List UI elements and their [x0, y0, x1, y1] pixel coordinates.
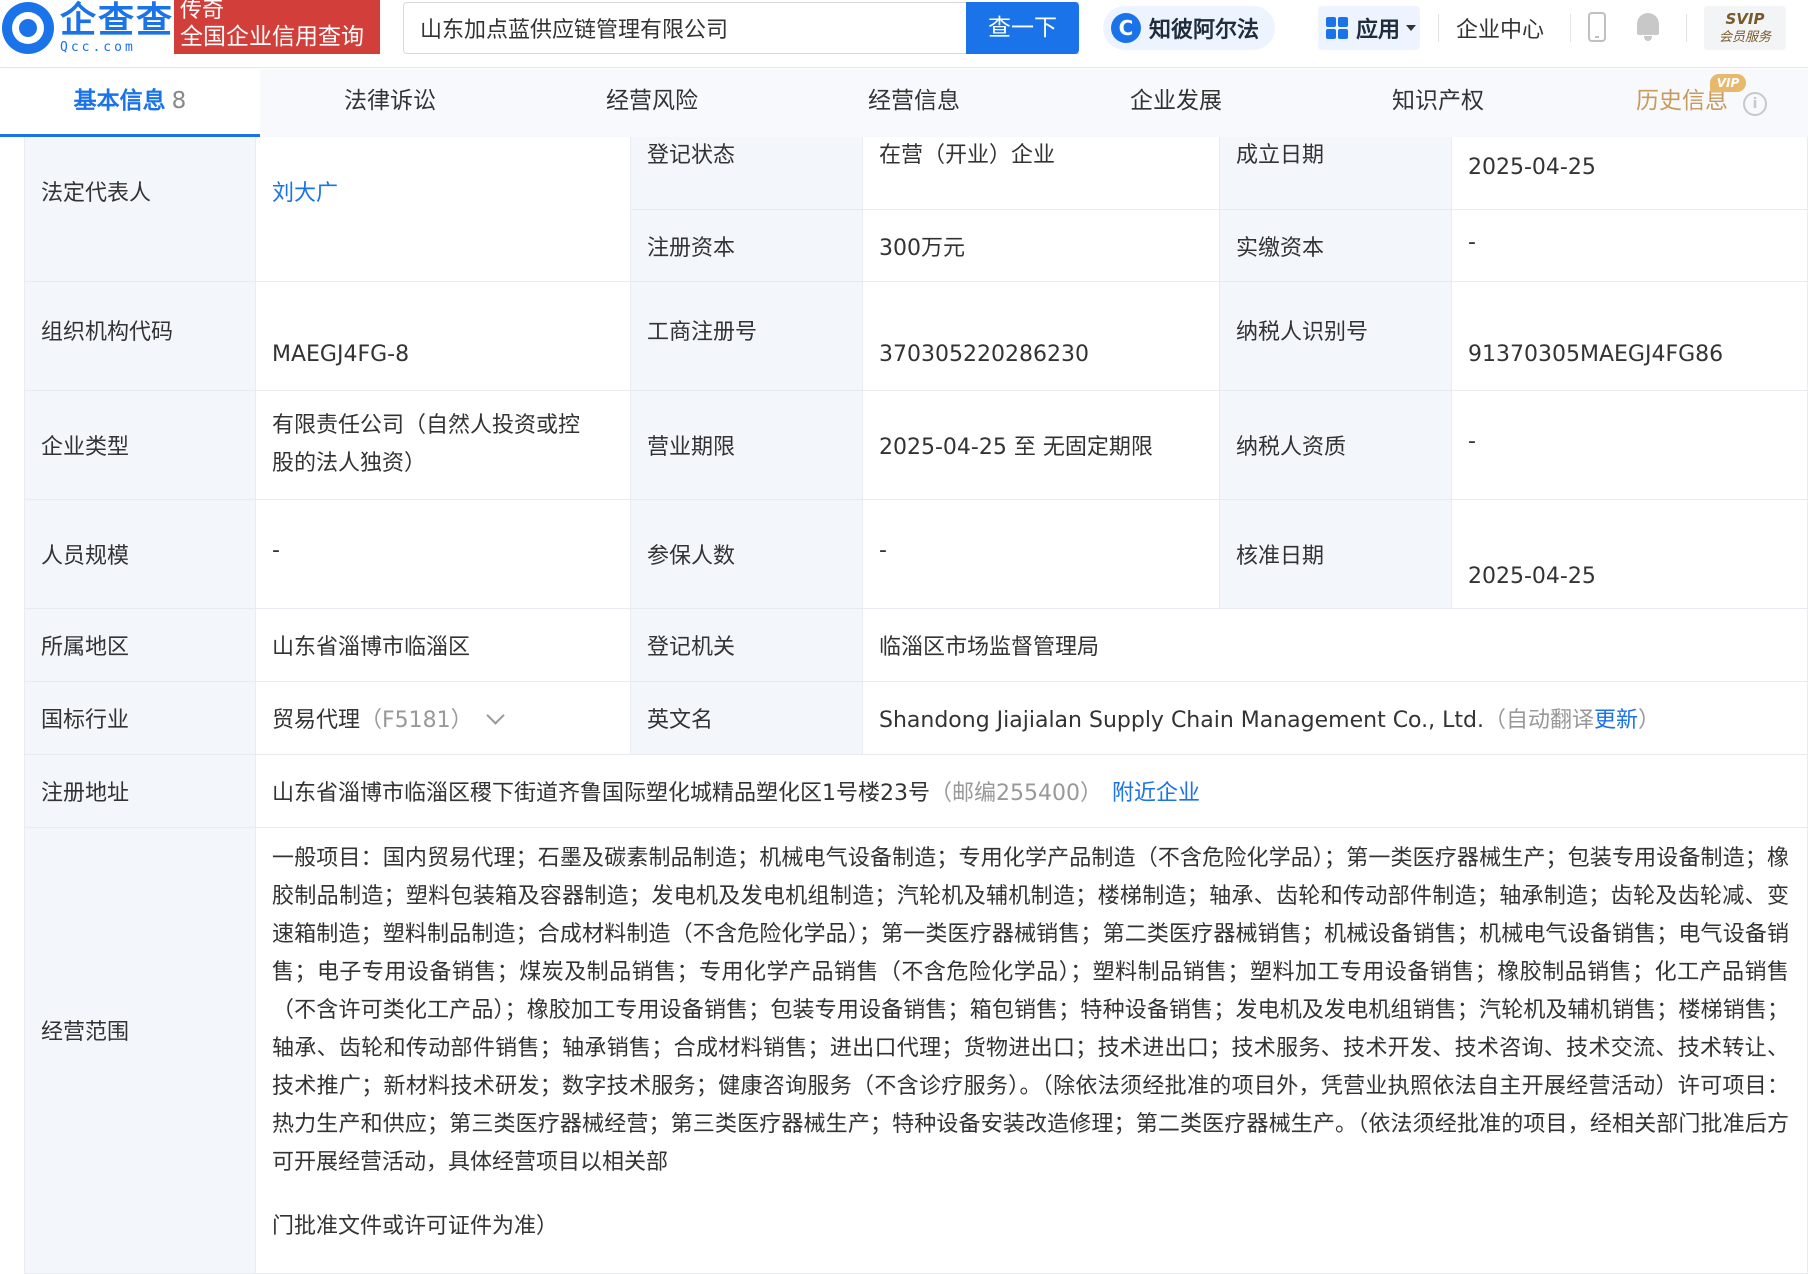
tab-business-risk[interactable]: 经营风险: [606, 69, 698, 137]
postcode: （邮编255400）: [930, 781, 1102, 806]
logo-tagline: 传奇 全国企业信用查询: [174, 0, 380, 54]
tab-basic-info[interactable]: 基本信息 8: [0, 69, 260, 137]
biz-reg-no-value: 370305220286230: [863, 282, 1220, 391]
top-header: 企查查 Qcc.com 传奇 全国企业信用查询 × 查一下 C 知彼阿尔法 应用…: [0, 0, 1808, 68]
search-button[interactable]: 查一下: [966, 2, 1079, 54]
taxpayer-qual-value: -: [1452, 391, 1808, 500]
region-value: 山东省淄博市临淄区: [256, 609, 631, 682]
address-value: 山东省淄博市临淄区稷下街道齐鲁国际塑化城精品塑化区1号楼23号（邮编255400…: [256, 755, 1808, 828]
legal-rep-label: 法定代表人: [24, 137, 256, 282]
legal-rep-link[interactable]: 刘大广: [256, 137, 631, 282]
address-label: 注册地址: [24, 755, 256, 828]
paid-capital-label: 实缴资本: [1220, 210, 1452, 282]
grid-icon: [1326, 17, 1348, 39]
bell-icon[interactable]: [1634, 10, 1662, 42]
svip-member-button[interactable]: SVIP 会员服务: [1704, 6, 1786, 50]
reg-capital-label: 注册资本: [631, 210, 863, 282]
info-icon[interactable]: i: [1743, 92, 1767, 116]
english-name-label: 英文名: [631, 682, 863, 755]
tab-development[interactable]: 企业发展: [1130, 69, 1222, 137]
ai-logo-icon: C: [1111, 13, 1141, 43]
reg-capital-value: 300万元: [863, 210, 1220, 282]
reg-authority-label: 登记机关: [631, 609, 863, 682]
logo-text-en: Qcc.com: [60, 39, 136, 55]
found-date-label: 成立日期: [1220, 137, 1452, 210]
scope-label: 经营范围: [24, 828, 256, 1274]
header-divider: [1438, 14, 1439, 42]
company-type-value: 有限责任公司（自然人投资或控 股的法人独资）: [256, 391, 631, 500]
insured-label: 参保人数: [631, 500, 863, 609]
chevron-down-icon[interactable]: [485, 706, 505, 725]
staff-size-label: 人员规模: [24, 500, 256, 609]
tab-legal[interactable]: 法律诉讼: [344, 69, 436, 137]
tab-business-info[interactable]: 经营信息: [868, 69, 960, 137]
tab-count: 8: [171, 88, 187, 114]
industry-code: （F5181）: [360, 708, 473, 733]
insured-value: -: [863, 500, 1220, 609]
approve-date-label: 核准日期: [1220, 500, 1452, 609]
biz-term-label: 营业期限: [631, 391, 863, 500]
region-label: 所属地区: [24, 609, 256, 682]
nearby-companies-link[interactable]: 附近企业: [1112, 781, 1200, 806]
logo-icon: [2, 2, 54, 54]
mobile-icon[interactable]: [1588, 12, 1606, 42]
company-type-label: 企业类型: [24, 391, 256, 500]
svip-label: SVIP: [1725, 10, 1765, 28]
logo-text-cn: 企查查: [60, 0, 175, 41]
biz-term-value: 2025-04-25 至 无固定期限: [863, 391, 1220, 500]
section-tabs: 基本信息 8 法律诉讼 经营风险 经营信息 企业发展 知识产权 历史信息: [0, 69, 1808, 137]
tab-ip[interactable]: 知识产权: [1392, 69, 1484, 137]
reg-authority-value: 临淄区市场监督管理局: [863, 609, 1808, 682]
ai-assistant-button[interactable]: C 知彼阿尔法: [1103, 6, 1275, 50]
search-input[interactable]: [420, 15, 920, 41]
paid-capital-value: -: [1452, 210, 1808, 282]
industry-label: 国标行业: [24, 682, 256, 755]
org-code-value: MAEGJ4FG-8: [256, 282, 631, 391]
found-date-value: 2025-04-25: [1452, 137, 1808, 210]
header-divider: [1570, 14, 1571, 42]
translate-update-link[interactable]: 更新: [1594, 708, 1638, 733]
org-code-label: 组织机构代码: [24, 282, 256, 391]
apps-menu-button[interactable]: 应用: [1318, 6, 1420, 50]
apps-label: 应用: [1356, 18, 1401, 43]
taxpayer-qual-label: 纳税人资质: [1220, 391, 1452, 500]
reg-status-label: 登记状态: [631, 137, 863, 210]
biz-reg-no-label: 工商注册号: [631, 282, 863, 391]
taxpayer-id-value: 91370305MAEGJ4FG86: [1452, 282, 1808, 391]
staff-size-value: -: [256, 500, 631, 609]
header-divider: [1686, 14, 1687, 42]
reg-status-value: 在营（开业）企业: [863, 137, 1220, 210]
caret-down-icon: [1406, 25, 1417, 31]
english-name-value: Shandong Jiajialan Supply Chain Manageme…: [863, 682, 1808, 755]
qcc-logo[interactable]: 企查查 Qcc.com: [2, 2, 174, 54]
svip-sub-label: 会员服务: [1718, 30, 1771, 45]
vip-badge: VIP: [1710, 74, 1746, 92]
enterprise-center-link[interactable]: 企业中心: [1456, 12, 1544, 44]
ai-assistant-label: 知彼阿尔法: [1149, 18, 1260, 43]
approve-date-value: 2025-04-25: [1452, 500, 1808, 609]
scope-value: 一般项目：国内贸易代理；石墨及碳素制品制造；机械电气设备制造；专用化学产品制造（…: [256, 828, 1808, 1274]
industry-value[interactable]: 贸易代理（F5181）: [256, 682, 631, 755]
taxpayer-id-label: 纳税人识别号: [1220, 282, 1452, 391]
